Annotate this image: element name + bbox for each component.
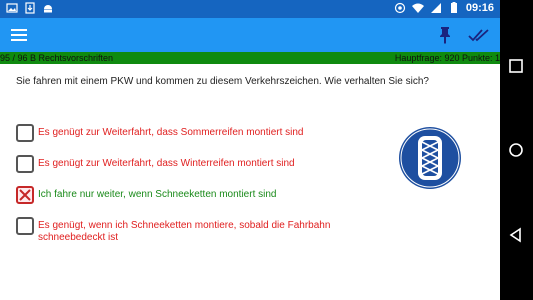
menu-icon[interactable] xyxy=(10,27,28,43)
answer-text-4: Es genügt, wenn ich Schneeketten montier… xyxy=(38,220,331,243)
signal-icon xyxy=(430,3,441,13)
android-icon xyxy=(44,5,52,13)
back-icon[interactable] xyxy=(507,226,525,244)
pin-icon[interactable] xyxy=(436,25,454,45)
answer-text-2: Es genügt zur Weiterfahrt, dass Winterre… xyxy=(38,158,295,169)
home-icon[interactable] xyxy=(507,141,525,159)
answer-checkbox-3[interactable] xyxy=(16,186,34,204)
answer-option-1[interactable]: Es genügt zur Weiterfahrt, dass Sommerre… xyxy=(16,124,376,142)
info-bar: 95 / 96 B Rechtsvorschriften Hauptfrage:… xyxy=(0,52,500,64)
answer-checkbox-1[interactable] xyxy=(16,124,34,142)
answer-option-3[interactable]: Ich fahre nur weiter, wenn Schneeketten … xyxy=(16,186,376,204)
answer-checkbox-2[interactable] xyxy=(16,155,34,173)
app-bar xyxy=(0,18,500,52)
battery-icon xyxy=(450,2,457,13)
double-check-icon[interactable] xyxy=(468,27,490,43)
answer-list: Es genügt zur Weiterfahrt, dass Sommerre… xyxy=(16,124,376,257)
answer-text-3: Ich fahre nur weiter, wenn Schneeketten … xyxy=(38,189,277,200)
wifi-icon xyxy=(411,3,424,13)
answer-text-1: Es genügt zur Weiterfahrt, dass Sommerre… xyxy=(38,127,304,138)
question-counter: 95 / 96 B Rechtsvorschriften xyxy=(0,53,114,63)
app-screen: 09:16 95 / 96 B Rechtsvorschriften Haupt… xyxy=(0,0,500,300)
cross-mark-icon xyxy=(19,189,31,201)
answer-checkbox-4[interactable] xyxy=(16,217,34,235)
status-bar: 09:16 xyxy=(0,0,500,18)
question-text: Sie fahren mit einem PKW und kommen zu d… xyxy=(16,76,429,87)
question-meta: Hauptfrage: 920 Punkte: 1 xyxy=(394,53,500,63)
sync-icon xyxy=(394,2,405,14)
recents-icon[interactable] xyxy=(507,57,525,75)
clock: 09:16 xyxy=(465,2,494,14)
gallery-icon xyxy=(6,3,18,13)
answer-option-2[interactable]: Es genügt zur Weiterfahrt, dass Winterre… xyxy=(16,155,376,173)
answer-option-4[interactable]: Es genügt, wenn ich Schneeketten montier… xyxy=(16,217,376,244)
system-nav-bar xyxy=(500,0,533,300)
snow-chains-sign-icon xyxy=(399,127,461,189)
download-icon xyxy=(25,2,35,14)
